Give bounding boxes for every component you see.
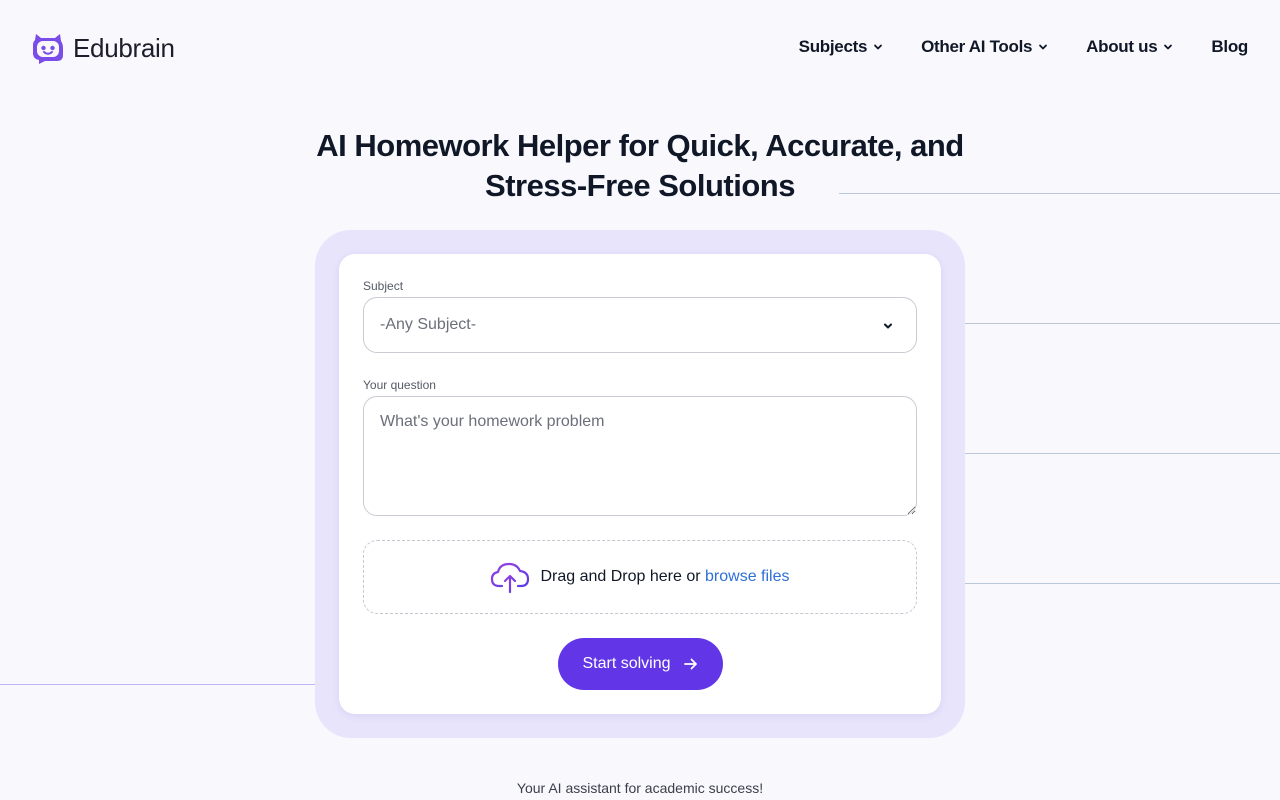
title-line-2: Stress-Free Solutions	[485, 168, 795, 203]
nav-label: About us	[1086, 37, 1158, 56]
nav-label: Blog	[1211, 37, 1248, 56]
site-header: Edubrain Subjects Other AI Tools About u…	[0, 0, 1280, 96]
file-dropzone[interactable]: Drag and Drop here or browse files	[363, 540, 917, 614]
browse-files-link[interactable]: browse files	[705, 568, 789, 585]
question-input[interactable]	[363, 396, 917, 516]
logo[interactable]: Edubrain	[31, 31, 175, 65]
robot-face-icon	[33, 34, 63, 64]
homework-form: Subject -Any Subject- Your question Drag…	[339, 254, 941, 714]
arrow-right-icon	[683, 658, 697, 670]
nav-label: Subjects	[798, 37, 868, 56]
nav-item-blog[interactable]: Blog	[1211, 37, 1248, 57]
question-label: Your question	[363, 378, 436, 392]
start-solving-label: Start solving	[582, 655, 671, 672]
chevron-down-icon	[1039, 44, 1048, 50]
nav-item-about-us[interactable]: About us	[1086, 37, 1173, 57]
nav-label: Other AI Tools	[921, 37, 1033, 56]
page-title: AI Homework Helper for Quick, Accurate, …	[240, 126, 1040, 206]
main-nav: Subjects Other AI Tools About us Blog	[799, 37, 1249, 57]
nav-item-subjects[interactable]: Subjects	[799, 37, 883, 57]
nav-item-other-ai-tools[interactable]: Other AI Tools	[921, 37, 1048, 57]
chevron-down-icon	[874, 44, 883, 50]
tagline: Your AI assistant for academic success!	[516, 780, 764, 796]
start-solving-button[interactable]: Start solving	[558, 638, 723, 690]
dropzone-text: Drag and Drop here or browse files	[540, 568, 790, 585]
title-line-1: AI Homework Helper for Quick, Accurate, …	[316, 128, 964, 163]
subject-select-value: -Any Subject-	[380, 316, 477, 333]
chevron-down-icon	[1164, 44, 1173, 50]
brand-name: Edubrain	[73, 32, 175, 63]
cloud-upload-icon	[491, 562, 530, 594]
subject-select[interactable]: -Any Subject-	[363, 297, 917, 353]
homework-form-frame: Subject -Any Subject- Your question Drag…	[315, 230, 965, 738]
subject-label: Subject	[363, 279, 404, 293]
chevron-down-icon	[884, 323, 892, 329]
